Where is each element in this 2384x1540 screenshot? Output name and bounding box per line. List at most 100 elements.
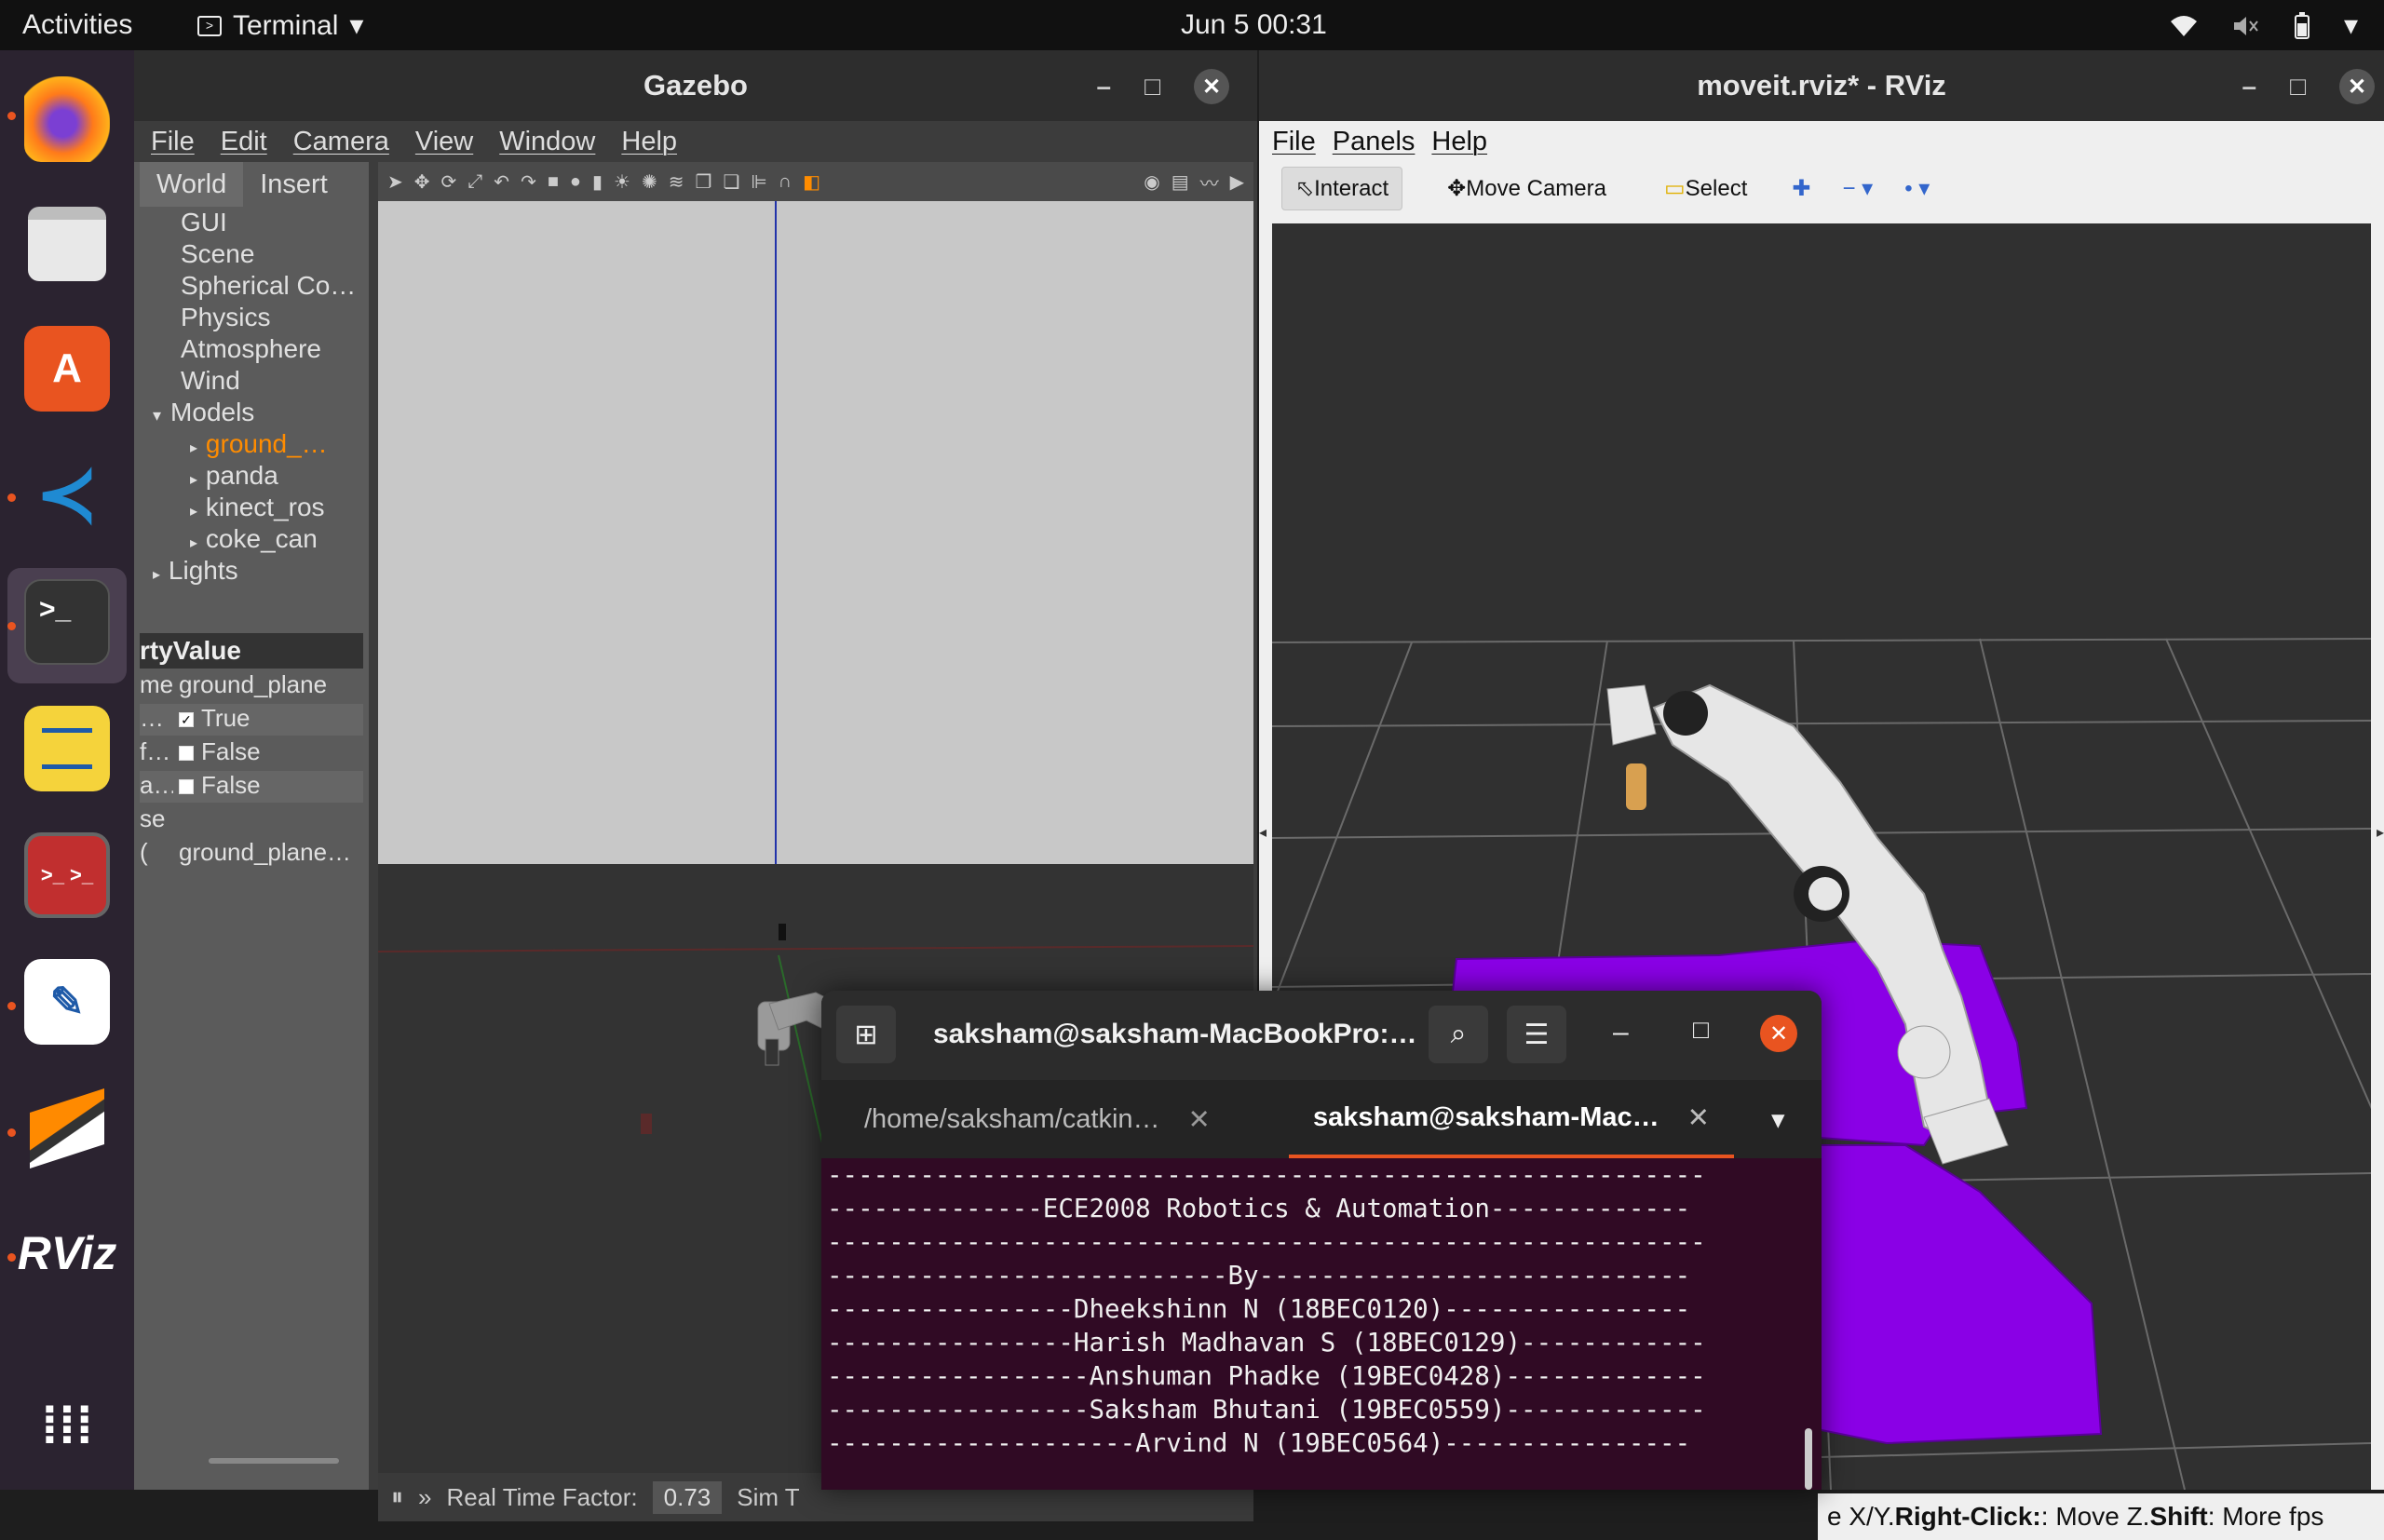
show-apps-icon[interactable]: ⁞⁞⁞ [24,1382,110,1467]
tree-item-gui[interactable]: GUI [134,207,369,238]
copy-icon[interactable]: ❐ [696,170,712,194]
tab-insert[interactable]: Insert [243,162,345,207]
select-tool-button[interactable]: ▭Select [1651,168,1760,209]
tree-item-physics[interactable]: Physics [134,302,369,333]
software-icon[interactable]: A [24,326,110,412]
minimize-icon[interactable]: – [1613,1017,1629,1048]
tab-list-chevron-icon[interactable]: ▾ [1771,1080,1785,1158]
tree-item-lights[interactable]: ▸ Lights [134,555,369,587]
add-tool-icon[interactable]: ✚ [1792,175,1810,202]
tool-properties-icon[interactable]: • ▾ [1904,175,1930,202]
app-menu[interactable]: > Terminal ▾ [197,9,363,42]
tree-item-spherical[interactable]: Spherical Co… [134,270,369,302]
plot-icon[interactable]: 〰 [1200,169,1219,196]
menu-camera[interactable]: Camera [293,127,389,157]
point-light-icon[interactable]: ☀ [614,170,630,194]
tree-item-models[interactable]: ▾ Models [134,397,369,428]
menu-help[interactable]: Help [621,127,677,157]
tab-world[interactable]: World [140,162,244,207]
log-icon[interactable]: ▤ [1172,170,1189,194]
property-row[interactable]: se [140,804,363,836]
translate-mode-icon[interactable]: ✥ [414,170,430,194]
tab-close-icon[interactable]: ✕ [1687,1101,1710,1134]
gazebo-titlebar[interactable]: Gazebo – □ ✕ [134,50,1257,121]
tree-item-ground[interactable]: ▸ ground_… [134,428,369,460]
vscode-icon[interactable]: ≺ [24,451,110,536]
menu-button[interactable]: ☰ [1507,1006,1566,1063]
checkbox[interactable] [179,779,194,795]
menu-window[interactable]: Window [499,127,595,157]
directional-light-icon[interactable]: ≋ [669,170,684,194]
scale-mode-icon[interactable]: ⤢ [467,171,482,193]
checkbox[interactable] [179,746,194,762]
menu-help[interactable]: Help [1431,127,1487,157]
interact-tool-button[interactable]: ⬁Interact [1281,166,1403,210]
close-icon[interactable]: ✕ [1760,1015,1797,1052]
terminal-headerbar[interactable]: ⊞ saksham@saksham-MacBookPro:… ⌕ ☰ – □ ✕ [821,991,1822,1080]
new-tab-button[interactable]: ⊞ [836,1006,896,1063]
search-button[interactable]: ⌕ [1429,1006,1488,1063]
snap-icon[interactable]: ∩ [779,171,792,193]
minimize-icon[interactable]: – [2242,72,2257,101]
property-row[interactable]: (ground_plane… [140,838,363,870]
close-icon[interactable]: ✕ [1194,69,1229,104]
pause-icon[interactable]: ⏸ [391,1482,403,1512]
tree-item-atmosphere[interactable]: Atmosphere [134,333,369,365]
close-icon[interactable]: ✕ [2339,69,2375,104]
terminal-icon[interactable]: >_ [24,579,110,665]
sublime-icon[interactable] [24,1086,110,1171]
scrollbar[interactable] [209,1458,339,1464]
cylinder-shape-icon[interactable]: ▮ [592,170,603,194]
tab-saksham[interactable]: saksham@saksham-Mac… ✕ [1289,1080,1734,1158]
terminal-scrollbar[interactable] [1805,1428,1812,1490]
tab-catkin[interactable]: /home/saksham/catkin… ✕ [864,1080,1211,1158]
tree-item-panda[interactable]: ▸ panda [134,460,369,492]
rviz-titlebar[interactable]: moveit.rviz* - RViz – □ ✕ [1259,50,2384,121]
sphere-shape-icon[interactable]: ● [570,171,581,193]
move-camera-tool-button[interactable]: ✥Move Camera [1434,168,1619,209]
terminal-output[interactable]: ----------------------------------------… [821,1158,1822,1490]
tree-item-wind[interactable]: Wind [134,365,369,397]
tree-item-kinect[interactable]: ▸ kinect_ros [134,492,369,523]
notes-icon[interactable] [24,706,110,791]
redo-icon[interactable]: ↷ [521,170,536,194]
remote-desktop-icon[interactable]: >_ >_ [24,832,110,918]
minimize-icon[interactable]: – [1097,72,1112,101]
expand-right-icon[interactable]: ▸ [2377,823,2384,842]
menu-panels[interactable]: Panels [1333,127,1416,157]
checkbox-checked[interactable]: ✓ [179,712,194,728]
text-editor-icon[interactable]: ✎ [24,959,110,1045]
maximize-icon[interactable]: □ [2290,72,2306,101]
box-shape-icon[interactable]: ■ [548,171,559,193]
tree-item-scene[interactable]: Scene [134,238,369,270]
step-icon[interactable]: » [418,1483,431,1512]
remove-tool-icon[interactable]: − ▾ [1842,175,1873,202]
firefox-icon[interactable] [24,76,110,162]
property-row[interactable]: a… False [140,771,363,803]
maximize-icon[interactable]: □ [1145,72,1160,101]
clock[interactable]: Jun 5 00:31 [1181,9,1327,41]
menu-file[interactable]: File [151,127,195,157]
change-view-icon[interactable]: ◧ [803,170,820,194]
undo-icon[interactable]: ↶ [494,170,509,194]
files-icon[interactable] [24,201,110,287]
collapse-left-icon[interactable]: ◂ [1259,823,1266,842]
property-row[interactable]: … ✓ True [140,704,363,736]
tree-item-coke-can[interactable]: ▸ coke_can [134,523,369,555]
paste-icon[interactable]: ❏ [723,170,739,194]
menu-view[interactable]: View [415,127,473,157]
select-mode-icon[interactable]: ➤ [387,170,403,194]
align-icon[interactable]: ⊫ [751,170,766,194]
record-video-icon[interactable]: ▶ [1230,170,1244,194]
menu-edit[interactable]: Edit [221,127,267,157]
property-row[interactable]: f… False [140,737,363,769]
tab-close-icon[interactable]: ✕ [1188,1103,1211,1136]
maximize-icon[interactable]: □ [1693,1015,1709,1045]
menu-file[interactable]: File [1272,127,1316,157]
spot-light-icon[interactable]: ✺ [642,170,657,194]
property-row[interactable]: me ground_plane [140,670,363,702]
rviz-icon[interactable]: RViz [18,1210,117,1296]
rotate-mode-icon[interactable]: ⟳ [441,170,457,194]
screenshot-icon[interactable]: ◉ [1144,170,1159,194]
system-tray[interactable]: ▾ [2169,9,2358,42]
